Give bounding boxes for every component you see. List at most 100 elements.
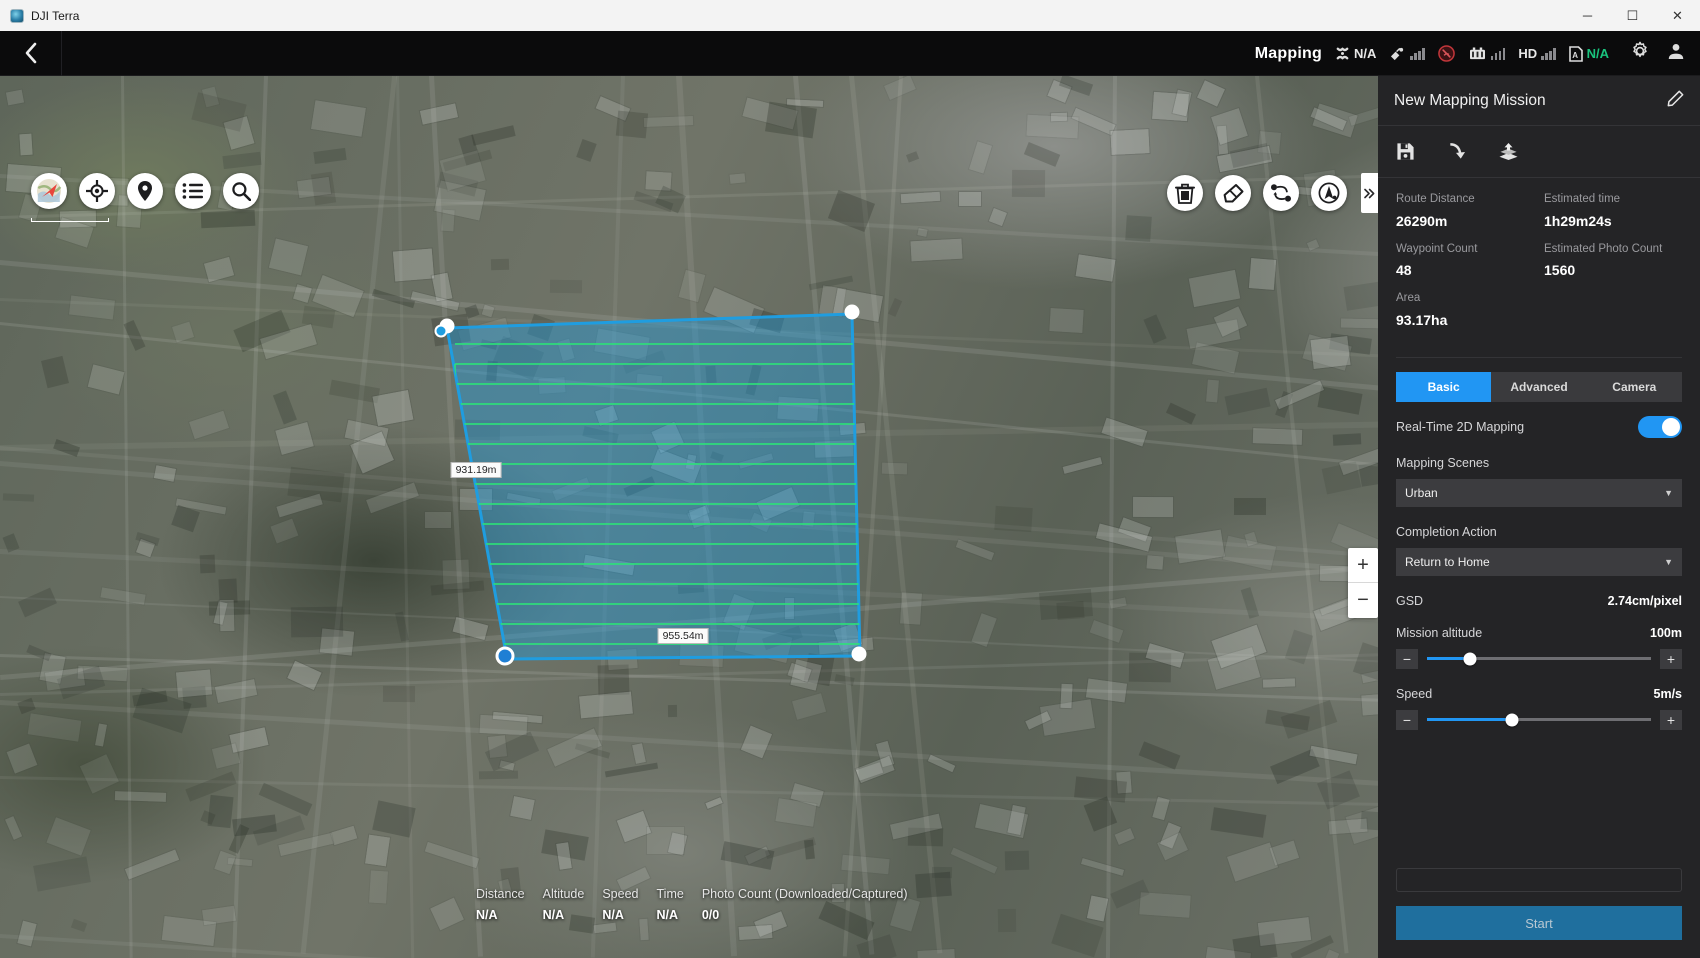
status-storage-label: N/A (1587, 46, 1609, 61)
stat-route-distance: Route Distance 26290m (1396, 192, 1534, 242)
dimension-label-left: 931.19m (451, 462, 502, 478)
dji-terra-logo-icon (10, 9, 24, 23)
waypoint-edit-icon[interactable] (1263, 175, 1299, 211)
zoom-out-button[interactable]: − (1348, 583, 1378, 618)
telemetry-photo-count-label: Photo Count (Downloaded/Captured) (702, 887, 908, 901)
import-route-icon[interactable] (1447, 142, 1466, 161)
aircraft-home-icon[interactable] (1311, 175, 1347, 211)
speed-slider-fill (1427, 718, 1512, 721)
delete-icon[interactable] (1167, 175, 1203, 211)
altitude-decrease-button[interactable]: − (1396, 649, 1418, 669)
start-button[interactable]: Start (1396, 906, 1682, 940)
mission-list-icon[interactable] (175, 173, 211, 209)
battery-signal-bars (1491, 48, 1506, 60)
back-button[interactable] (0, 31, 62, 76)
speed-increase-button[interactable]: + (1660, 710, 1682, 730)
satellite-signal-bars (1410, 48, 1425, 60)
status-no-signal[interactable] (1438, 45, 1455, 62)
flight-mode-label: Mapping (1255, 45, 1322, 63)
realtime-2d-mapping-row: Real-Time 2D Mapping (1396, 416, 1682, 438)
panel-toggle-button[interactable] (1361, 173, 1378, 213)
mission-altitude-row: Mission altitude 100m − + (1396, 626, 1682, 669)
tab-camera[interactable]: Camera (1587, 372, 1682, 402)
edit-mission-button[interactable] (1667, 90, 1684, 112)
status-rc-link[interactable]: N/A (1335, 46, 1376, 61)
mapping-scenes-row: Mapping Scenes Urban ▼ (1396, 456, 1682, 507)
center-target-icon[interactable] (79, 173, 115, 209)
telemetry-time: Time N/A (657, 887, 684, 922)
storage-card-icon: A (1569, 46, 1583, 62)
altitude-increase-button[interactable]: + (1660, 649, 1682, 669)
telemetry-time-label: Time (657, 887, 684, 901)
app-header: Mapping N/A (0, 31, 1700, 76)
completion-action-label: Completion Action (1396, 525, 1682, 539)
search-icon[interactable] (223, 173, 259, 209)
header-status-cluster: Mapping N/A (1255, 31, 1686, 76)
stat-area-value: 93.17ha (1396, 312, 1534, 328)
save-mission-icon[interactable] (1396, 142, 1415, 161)
user-account-button[interactable] (1666, 41, 1686, 66)
speed-label: Speed (1396, 687, 1432, 701)
speed-decrease-button[interactable]: − (1396, 710, 1418, 730)
mission-title: New Mapping Mission (1394, 92, 1546, 110)
mission-stats: Route Distance 26290m Estimated time 1h2… (1378, 178, 1700, 351)
mission-altitude-label: Mission altitude (1396, 626, 1482, 640)
telemetry-distance: Distance N/A (476, 887, 525, 922)
altitude-slider-track[interactable] (1427, 657, 1651, 660)
zoom-in-button[interactable]: + (1348, 548, 1378, 583)
battery-icon (1468, 46, 1487, 61)
chevron-left-icon (23, 41, 38, 65)
gsd-row: GSD 2.74cm/pixel (1396, 594, 1682, 608)
stat-estimated-time-value: 1h29m24s (1544, 213, 1682, 229)
stat-waypoint-count-value: 48 (1396, 262, 1534, 278)
mapping-scenes-select[interactable]: Urban ▼ (1396, 479, 1682, 507)
telemetry-speed-label: Speed (602, 887, 638, 901)
stat-waypoint-count: Waypoint Count 48 (1396, 242, 1534, 292)
minimize-button[interactable]: ─ (1565, 0, 1610, 31)
settings-gear-button[interactable] (1630, 41, 1650, 66)
mapping-scenes-value: Urban (1405, 486, 1438, 500)
telemetry-time-value: N/A (657, 908, 684, 922)
stat-waypoint-count-label: Waypoint Count (1396, 242, 1534, 258)
dimension-label-bottom: 955.54m (658, 628, 709, 644)
telemetry-speed-value: N/A (602, 908, 638, 922)
speed-slider[interactable]: − + (1396, 710, 1682, 730)
status-storage[interactable]: A N/A (1569, 46, 1609, 62)
user-icon (1666, 41, 1686, 61)
stat-estimated-time: Estimated time 1h29m24s (1544, 192, 1682, 242)
status-satellite[interactable] (1389, 46, 1425, 61)
altitude-slider-knob[interactable] (1463, 652, 1476, 665)
close-button[interactable]: ✕ (1655, 0, 1700, 31)
completion-action-select[interactable]: Return to Home ▼ (1396, 548, 1682, 576)
maximize-button[interactable]: ☐ (1610, 0, 1655, 31)
speed-value: 5m/s (1654, 687, 1683, 701)
telemetry-speed: Speed N/A (602, 887, 638, 922)
panel-header: New Mapping Mission (1378, 76, 1700, 126)
basic-settings: Real-Time 2D Mapping Mapping Scenes Urba… (1378, 402, 1700, 866)
map-layer-compass-icon[interactable] (31, 173, 67, 209)
speed-slider-track[interactable] (1427, 718, 1651, 721)
stat-photo-count-value: 1560 (1544, 262, 1682, 278)
telemetry-altitude: Altitude N/A (543, 887, 585, 922)
map-stage: 931.19m 955.54m (0, 76, 1700, 958)
upload-map-icon[interactable] (1498, 142, 1519, 161)
window-controls: ─ ☐ ✕ (1565, 0, 1700, 31)
start-section: Start (1378, 892, 1700, 958)
tab-basic[interactable]: Basic (1396, 372, 1491, 402)
status-hd-video[interactable]: HD (1518, 46, 1555, 61)
mission-altitude-slider[interactable]: − + (1396, 649, 1682, 669)
pin-marker-icon[interactable] (127, 173, 163, 209)
eraser-icon[interactable] (1215, 175, 1251, 211)
tab-advanced[interactable]: Advanced (1491, 372, 1586, 402)
gear-icon (1630, 41, 1650, 61)
telemetry-distance-label: Distance (476, 887, 525, 901)
completion-action-row: Completion Action Return to Home ▼ (1396, 525, 1682, 576)
status-battery[interactable] (1468, 46, 1506, 61)
realtime-2d-mapping-toggle[interactable] (1638, 416, 1682, 438)
telemetry-altitude-label: Altitude (543, 887, 585, 901)
speed-slider-knob[interactable] (1506, 713, 1519, 726)
stat-photo-count-label: Estimated Photo Count (1544, 242, 1682, 258)
satellite-icon (1389, 46, 1406, 61)
stat-area-label: Area (1396, 291, 1534, 307)
panel-action-bar (1378, 126, 1700, 178)
